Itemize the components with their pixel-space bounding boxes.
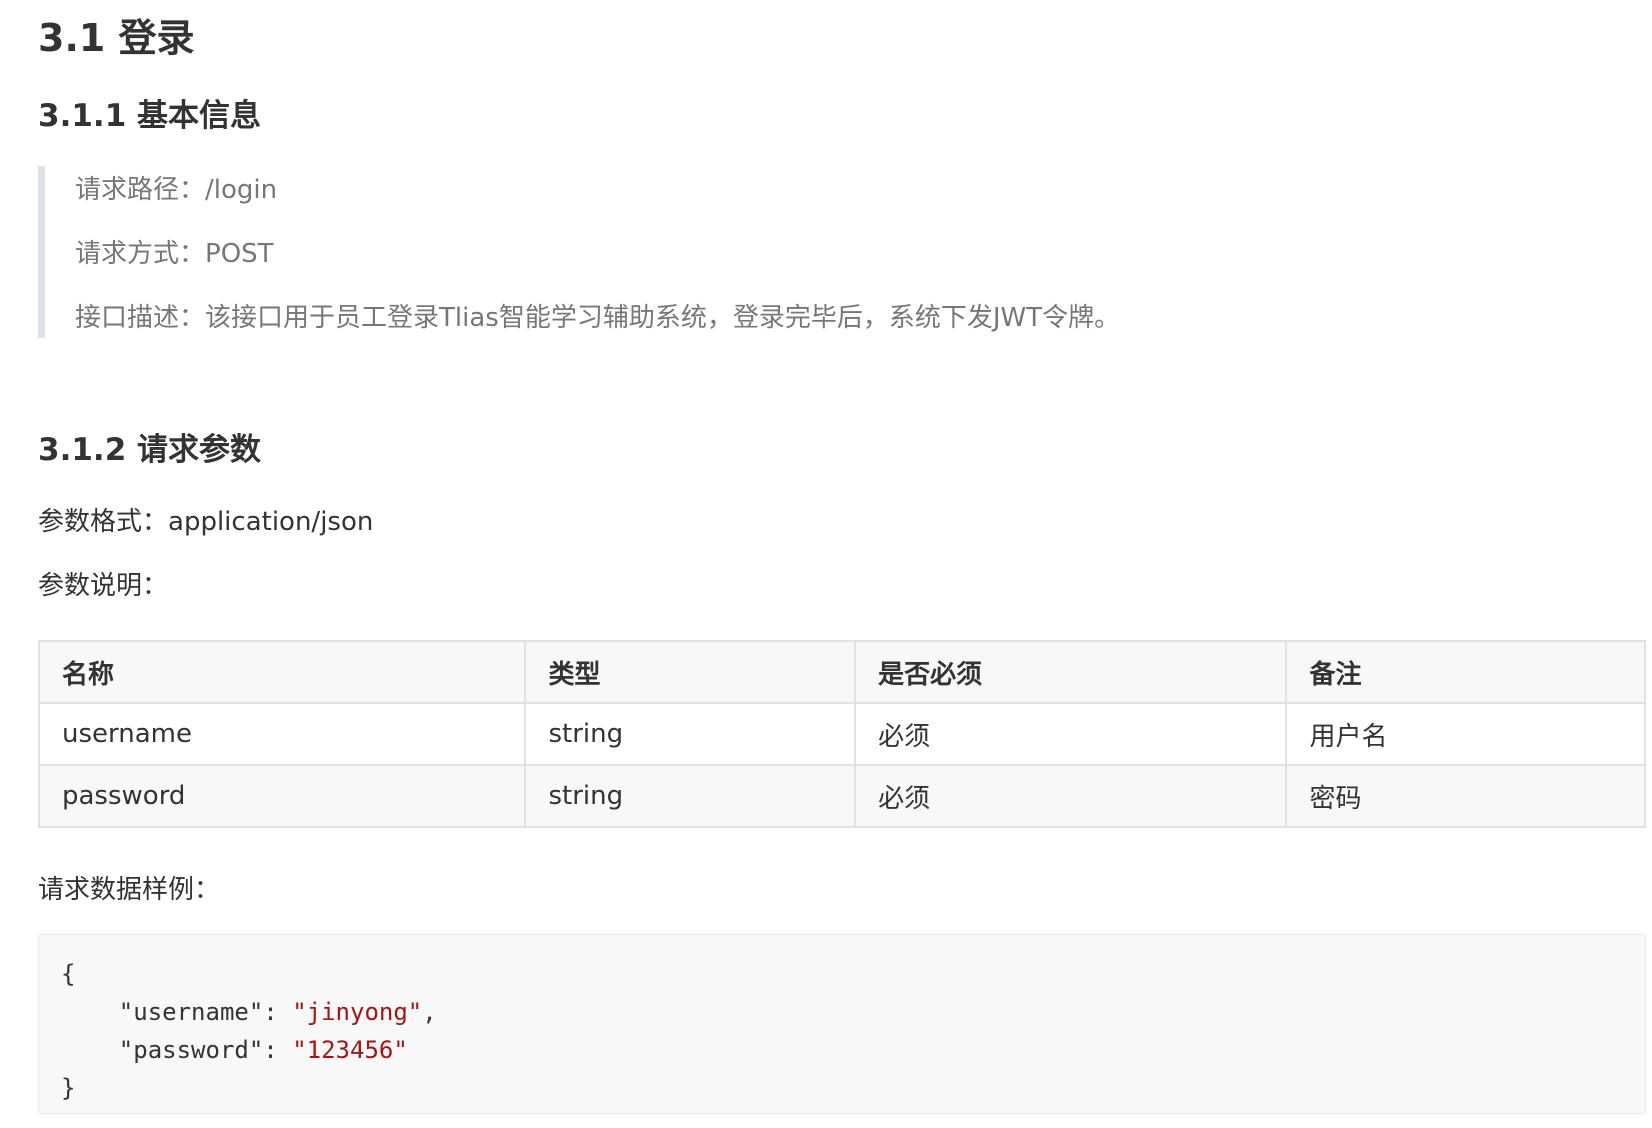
section-title: 3.1 登录 bbox=[38, 16, 195, 60]
table-header-cell: 类型 bbox=[524, 640, 857, 704]
table-cell: 用户名 bbox=[1285, 702, 1646, 766]
code-separator: : bbox=[263, 998, 293, 1026]
table-cell: string bbox=[524, 702, 857, 766]
param-format-label: 参数格式： bbox=[38, 507, 169, 537]
table-cell: 必须 bbox=[854, 702, 1288, 766]
code-line: } bbox=[61, 1074, 76, 1102]
table-cell: 密码 bbox=[1285, 764, 1646, 828]
code-line: "password": "123456" bbox=[61, 1031, 1623, 1069]
table-header-cell: 备注 bbox=[1285, 640, 1646, 704]
request-method-line: 请求方式：POST bbox=[75, 236, 274, 272]
param-format-line: 参数格式：application/json bbox=[38, 504, 373, 540]
code-block: { "username": "jinyong", "password": "12… bbox=[38, 934, 1646, 1114]
table-cell: password bbox=[37, 764, 527, 828]
table-header-row: 名称 类型 是否必须 备注 bbox=[37, 640, 1646, 704]
interface-desc-value: 该接口用于员工登录Tlias智能学习辅助系统，登录完毕后，系统下发JWT令牌。 bbox=[205, 303, 1121, 333]
params-table: 名称 类型 是否必须 备注 username string 必须 用户名 pas… bbox=[37, 640, 1646, 828]
basic-info-blockquote: 请求路径：/login 请求方式：POST 接口描述：该接口用于员工登录Tlia… bbox=[38, 166, 1245, 338]
code-line: { bbox=[61, 960, 76, 988]
request-path-value: /login bbox=[205, 175, 278, 205]
code-string-value: "123456" bbox=[292, 1036, 408, 1064]
basic-info-heading: 3.1.1 基本信息 bbox=[38, 98, 262, 134]
table-cell: username bbox=[37, 702, 527, 766]
table-cell: 必须 bbox=[854, 764, 1288, 828]
table-header-cell: 是否必须 bbox=[854, 640, 1288, 704]
code-key: "password" bbox=[118, 1036, 264, 1064]
request-sample-label: 请求数据样例： bbox=[38, 875, 221, 905]
table-cell: string bbox=[524, 764, 857, 828]
param-format-value: application/json bbox=[168, 507, 374, 537]
param-desc-label: 参数说明： bbox=[38, 571, 169, 601]
request-method-label: 请求方式： bbox=[75, 239, 206, 269]
code-trailing: , bbox=[422, 998, 437, 1026]
code-key: "username" bbox=[118, 998, 264, 1026]
interface-desc-label: 接口描述： bbox=[75, 303, 206, 333]
table-header-cell: 名称 bbox=[37, 640, 527, 704]
table-row: password string 必须 密码 bbox=[37, 764, 1646, 828]
code-string-value: "jinyong" bbox=[292, 998, 423, 1026]
code-separator: : bbox=[263, 1036, 293, 1064]
table-row: username string 必须 用户名 bbox=[37, 702, 1646, 766]
request-path-line: 请求路径：/login bbox=[75, 172, 277, 208]
request-method-value: POST bbox=[205, 239, 274, 269]
code-line: "username": "jinyong", bbox=[61, 993, 1623, 1031]
request-params-heading: 3.1.2 请求参数 bbox=[38, 432, 262, 468]
request-path-label: 请求路径： bbox=[75, 175, 206, 205]
interface-desc-line: 接口描述：该接口用于员工登录Tlias智能学习辅助系统，登录完毕后，系统下发JW… bbox=[75, 300, 1120, 336]
